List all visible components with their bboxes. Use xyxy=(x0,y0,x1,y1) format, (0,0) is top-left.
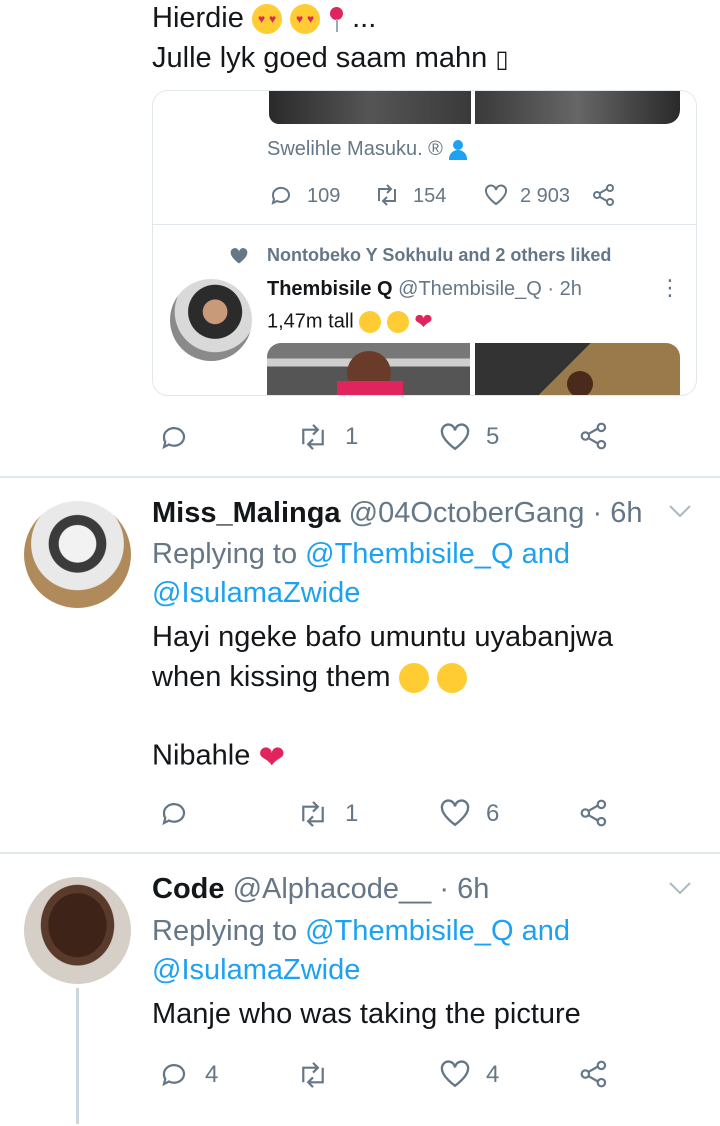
inner-display-name[interactable]: Thembisile Q xyxy=(267,278,393,300)
like-icon[interactable] xyxy=(438,797,472,829)
media-image[interactable] xyxy=(475,91,680,124)
reply-icon[interactable] xyxy=(159,422,189,452)
tweet-divider xyxy=(0,852,720,854)
inner-handle[interactable]: @Thembisile_Q xyxy=(398,278,542,300)
heart-eyes-emoji: ♥ ♥ xyxy=(251,4,282,35)
tweet-text-line1: Manje who was taking the picture xyxy=(152,998,581,1030)
reply-count: 4 xyxy=(205,1061,219,1088)
inner-tweet-text: 1,47m tall ❤ xyxy=(267,309,433,334)
person-emoji-icon xyxy=(448,139,468,161)
mention-link[interactable]: @Thembisile_Q xyxy=(305,538,513,570)
chevron-down-icon[interactable] xyxy=(667,879,693,897)
retweet-count: 1 xyxy=(345,800,359,827)
like-icon[interactable] xyxy=(438,421,472,453)
like-count: 4 xyxy=(486,1061,500,1088)
media-image[interactable] xyxy=(267,343,470,395)
replying-to: Replying to @Thembisile_Q and xyxy=(152,915,570,947)
tweet-text-line3: Nibahle ❤ xyxy=(152,739,286,775)
timestamp: · 6h xyxy=(592,497,643,529)
pin-icon xyxy=(328,5,344,33)
like-count: 6 xyxy=(486,800,500,827)
retweet-count: 154 xyxy=(413,185,447,207)
like-count: 2 903 xyxy=(520,185,571,207)
timestamp: · 6h xyxy=(439,873,490,905)
inner-timestamp: 2h xyxy=(559,278,582,300)
display-name[interactable]: Miss_Malinga xyxy=(152,497,341,529)
media-image[interactable] xyxy=(269,91,471,124)
retweet-icon[interactable] xyxy=(373,183,401,207)
mention-link[interactable]: @IsulamaZwide xyxy=(152,577,360,610)
tweet-text-line1: Hierdie ♥ ♥ ♥ ♥ ... xyxy=(152,2,377,35)
handle[interactable]: @04OctoberGang xyxy=(349,497,585,529)
tired-face-emoji xyxy=(398,663,429,694)
reply-icon[interactable] xyxy=(269,183,293,207)
like-count: 5 xyxy=(486,423,500,450)
tweet-divider xyxy=(0,476,720,478)
avatar[interactable] xyxy=(24,501,131,608)
display-name[interactable]: Code xyxy=(152,873,225,905)
share-icon[interactable] xyxy=(578,797,610,829)
liked-heart-icon xyxy=(228,246,250,266)
like-icon[interactable] xyxy=(483,183,509,207)
replying-to: Replying to @Thembisile_Q and xyxy=(152,538,570,570)
red-heart-icon: ❤ xyxy=(258,739,286,775)
mention-link[interactable]: @Thembisile_Q xyxy=(305,915,513,947)
tweet-header: Miss_Malinga @04OctoberGang · 6h xyxy=(152,497,642,530)
share-icon[interactable] xyxy=(578,1058,610,1090)
retweet-icon[interactable] xyxy=(296,422,330,452)
tweet-header: Code @Alphacode__ · 6h xyxy=(152,873,489,906)
chevron-down-icon[interactable] xyxy=(667,502,693,520)
handle[interactable]: @Alphacode__ xyxy=(233,873,432,905)
like-icon[interactable] xyxy=(438,1058,472,1090)
reply-icon[interactable] xyxy=(159,798,189,828)
thread-line xyxy=(76,988,79,1124)
retweet-icon[interactable] xyxy=(296,1060,330,1090)
avatar[interactable] xyxy=(170,279,252,361)
tired-face-emoji xyxy=(436,663,467,694)
tweet-text-line1: Hayi ngeke bafo umuntu uyabanjwa xyxy=(152,621,614,653)
avatar[interactable] xyxy=(24,877,131,984)
card-divider xyxy=(153,224,696,225)
share-icon[interactable] xyxy=(578,420,610,452)
heart-eyes-emoji: ♥ ♥ xyxy=(290,4,320,35)
heart-eyes-emoji xyxy=(359,311,382,333)
red-heart-icon: ❤ xyxy=(414,309,433,334)
pleading-face-emoji xyxy=(386,311,409,333)
quoted-card[interactable]: Swelihle Masuku. ® 109 154 2 903 Nontobe… xyxy=(152,90,697,396)
liked-by-text[interactable]: Nontobeko Y Sokhulu and 2 others liked xyxy=(267,245,611,266)
retweet-icon[interactable] xyxy=(296,799,330,829)
share-icon[interactable] xyxy=(591,183,617,207)
inner-tweet-header: Thembisile Q @Thembisile_Q · 2h xyxy=(267,278,582,300)
mention-link[interactable]: @IsulamaZwide xyxy=(152,954,360,987)
media-image[interactable] xyxy=(475,343,680,395)
reply-count: 109 xyxy=(307,185,341,207)
retweet-count: 1 xyxy=(345,423,359,450)
more-options-icon[interactable]: ⋮ xyxy=(659,275,681,301)
reply-icon[interactable] xyxy=(159,1059,189,1089)
tweet-text-line2: Julle lyk goed saam mahn ▯ xyxy=(152,42,509,74)
quoted-author[interactable]: Swelihle Masuku. ® xyxy=(267,138,468,161)
tweet-text-line2: when kissing them xyxy=(152,661,467,694)
